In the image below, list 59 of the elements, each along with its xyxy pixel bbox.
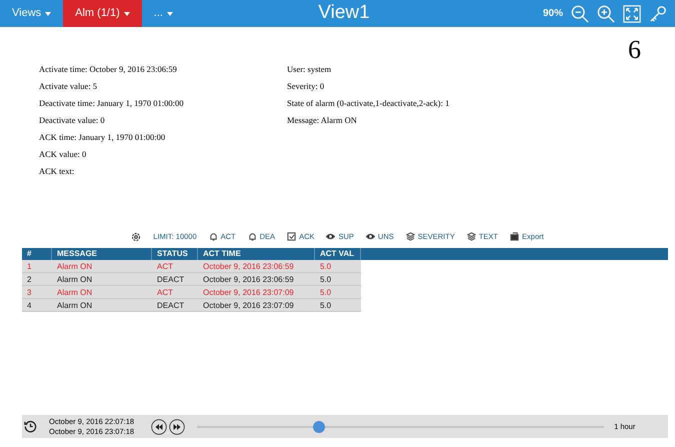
table-cell-text: 3	[26, 287, 32, 298]
table-cell-text: 2	[26, 274, 32, 285]
zoom-out-icon[interactable]	[571, 4, 589, 22]
detail-text: Activate value: 5	[39, 80, 98, 93]
bell-icon	[248, 232, 257, 242]
table-cell-text: Alarm ON	[56, 287, 94, 298]
window-title: View1	[318, 1, 370, 26]
export-icon	[510, 232, 520, 242]
slider-thumb[interactable]	[313, 420, 326, 432]
table-cell-text: ACT	[156, 261, 174, 272]
table-cell-text: DEACT	[156, 300, 186, 311]
detail-text: ACK time: January 1, 1970 01:00:00	[39, 131, 166, 144]
history-icon[interactable]	[24, 420, 37, 433]
detail-text: Activate time: October 9, 2016 23:06:59	[39, 63, 178, 76]
table-cell-text: 1	[26, 261, 32, 272]
detail-text: Message: Alarm ON	[287, 114, 358, 127]
detail-text: Deactivate time: January 1, 1970 01:00:00	[39, 97, 184, 110]
table-cell-text: 4	[26, 300, 32, 311]
menu-button[interactable]: Views	[0, 0, 64, 27]
table-cell-text: 5.0	[319, 300, 332, 311]
page-number: 6	[628, 37, 641, 63]
caret-icon	[124, 12, 130, 16]
detail-text: ACK value: 0	[39, 148, 88, 161]
table-cell-text: 5.0	[319, 274, 332, 285]
menu-button[interactable]: Alm (1/1)	[63, 0, 142, 27]
menu-button[interactable]: ...	[142, 0, 185, 27]
detail-text: State of alarm (0-activate,1-deactivate,2-ack): 1	[287, 97, 450, 110]
table-cell-text: 5.0	[319, 261, 332, 272]
zoom-level: 90%	[542, 7, 563, 21]
checkbox-icon	[287, 232, 296, 242]
fullscreen-icon[interactable]	[623, 4, 641, 22]
detail-text: ACK text:	[39, 165, 76, 178]
zoom-in-icon[interactable]	[597, 4, 615, 22]
caret-icon	[166, 12, 173, 16]
table-cell-text: DEACT	[156, 274, 186, 285]
rewind-button[interactable]	[151, 418, 168, 434]
table-cell-text: Alarm ON	[56, 300, 94, 311]
table-cell-text: Alarm ON	[56, 274, 94, 285]
table-cell-text: Alarm ON	[56, 261, 94, 272]
layers-icon	[406, 232, 415, 242]
eye-icon	[366, 232, 375, 242]
detail-text: User: system	[287, 63, 332, 76]
detail-text: Deactivate value: 0	[39, 114, 106, 127]
detail-text: Severity: 0	[287, 80, 326, 93]
key-icon[interactable]	[649, 4, 667, 22]
table-cell-text: October 9, 2016 23:06:59	[202, 261, 295, 272]
fast-forward-button[interactable]	[169, 418, 186, 434]
table-cell-text: ACT	[156, 287, 174, 298]
table-row[interactable]: 4 Alarm ON DEACT October 9, 2016 23:07:09 5.0	[22, 299, 361, 312]
eye-icon	[326, 232, 336, 242]
settings-icon[interactable]	[131, 232, 142, 242]
bell-icon	[208, 232, 218, 242]
table-cell-text: October 9, 2016 23:06:59	[202, 274, 295, 285]
table-cell-text: October 9, 2016 23:07:09	[202, 300, 295, 311]
layers-icon	[466, 232, 476, 242]
table-cell-text: 5.0	[319, 287, 332, 298]
table-cell-text: October 9, 2016 23:07:09	[202, 287, 295, 298]
caret-icon	[45, 12, 52, 16]
table-row[interactable]: 2 Alarm ON DEACT October 9, 2016 23:06:59 5.0	[22, 273, 361, 286]
